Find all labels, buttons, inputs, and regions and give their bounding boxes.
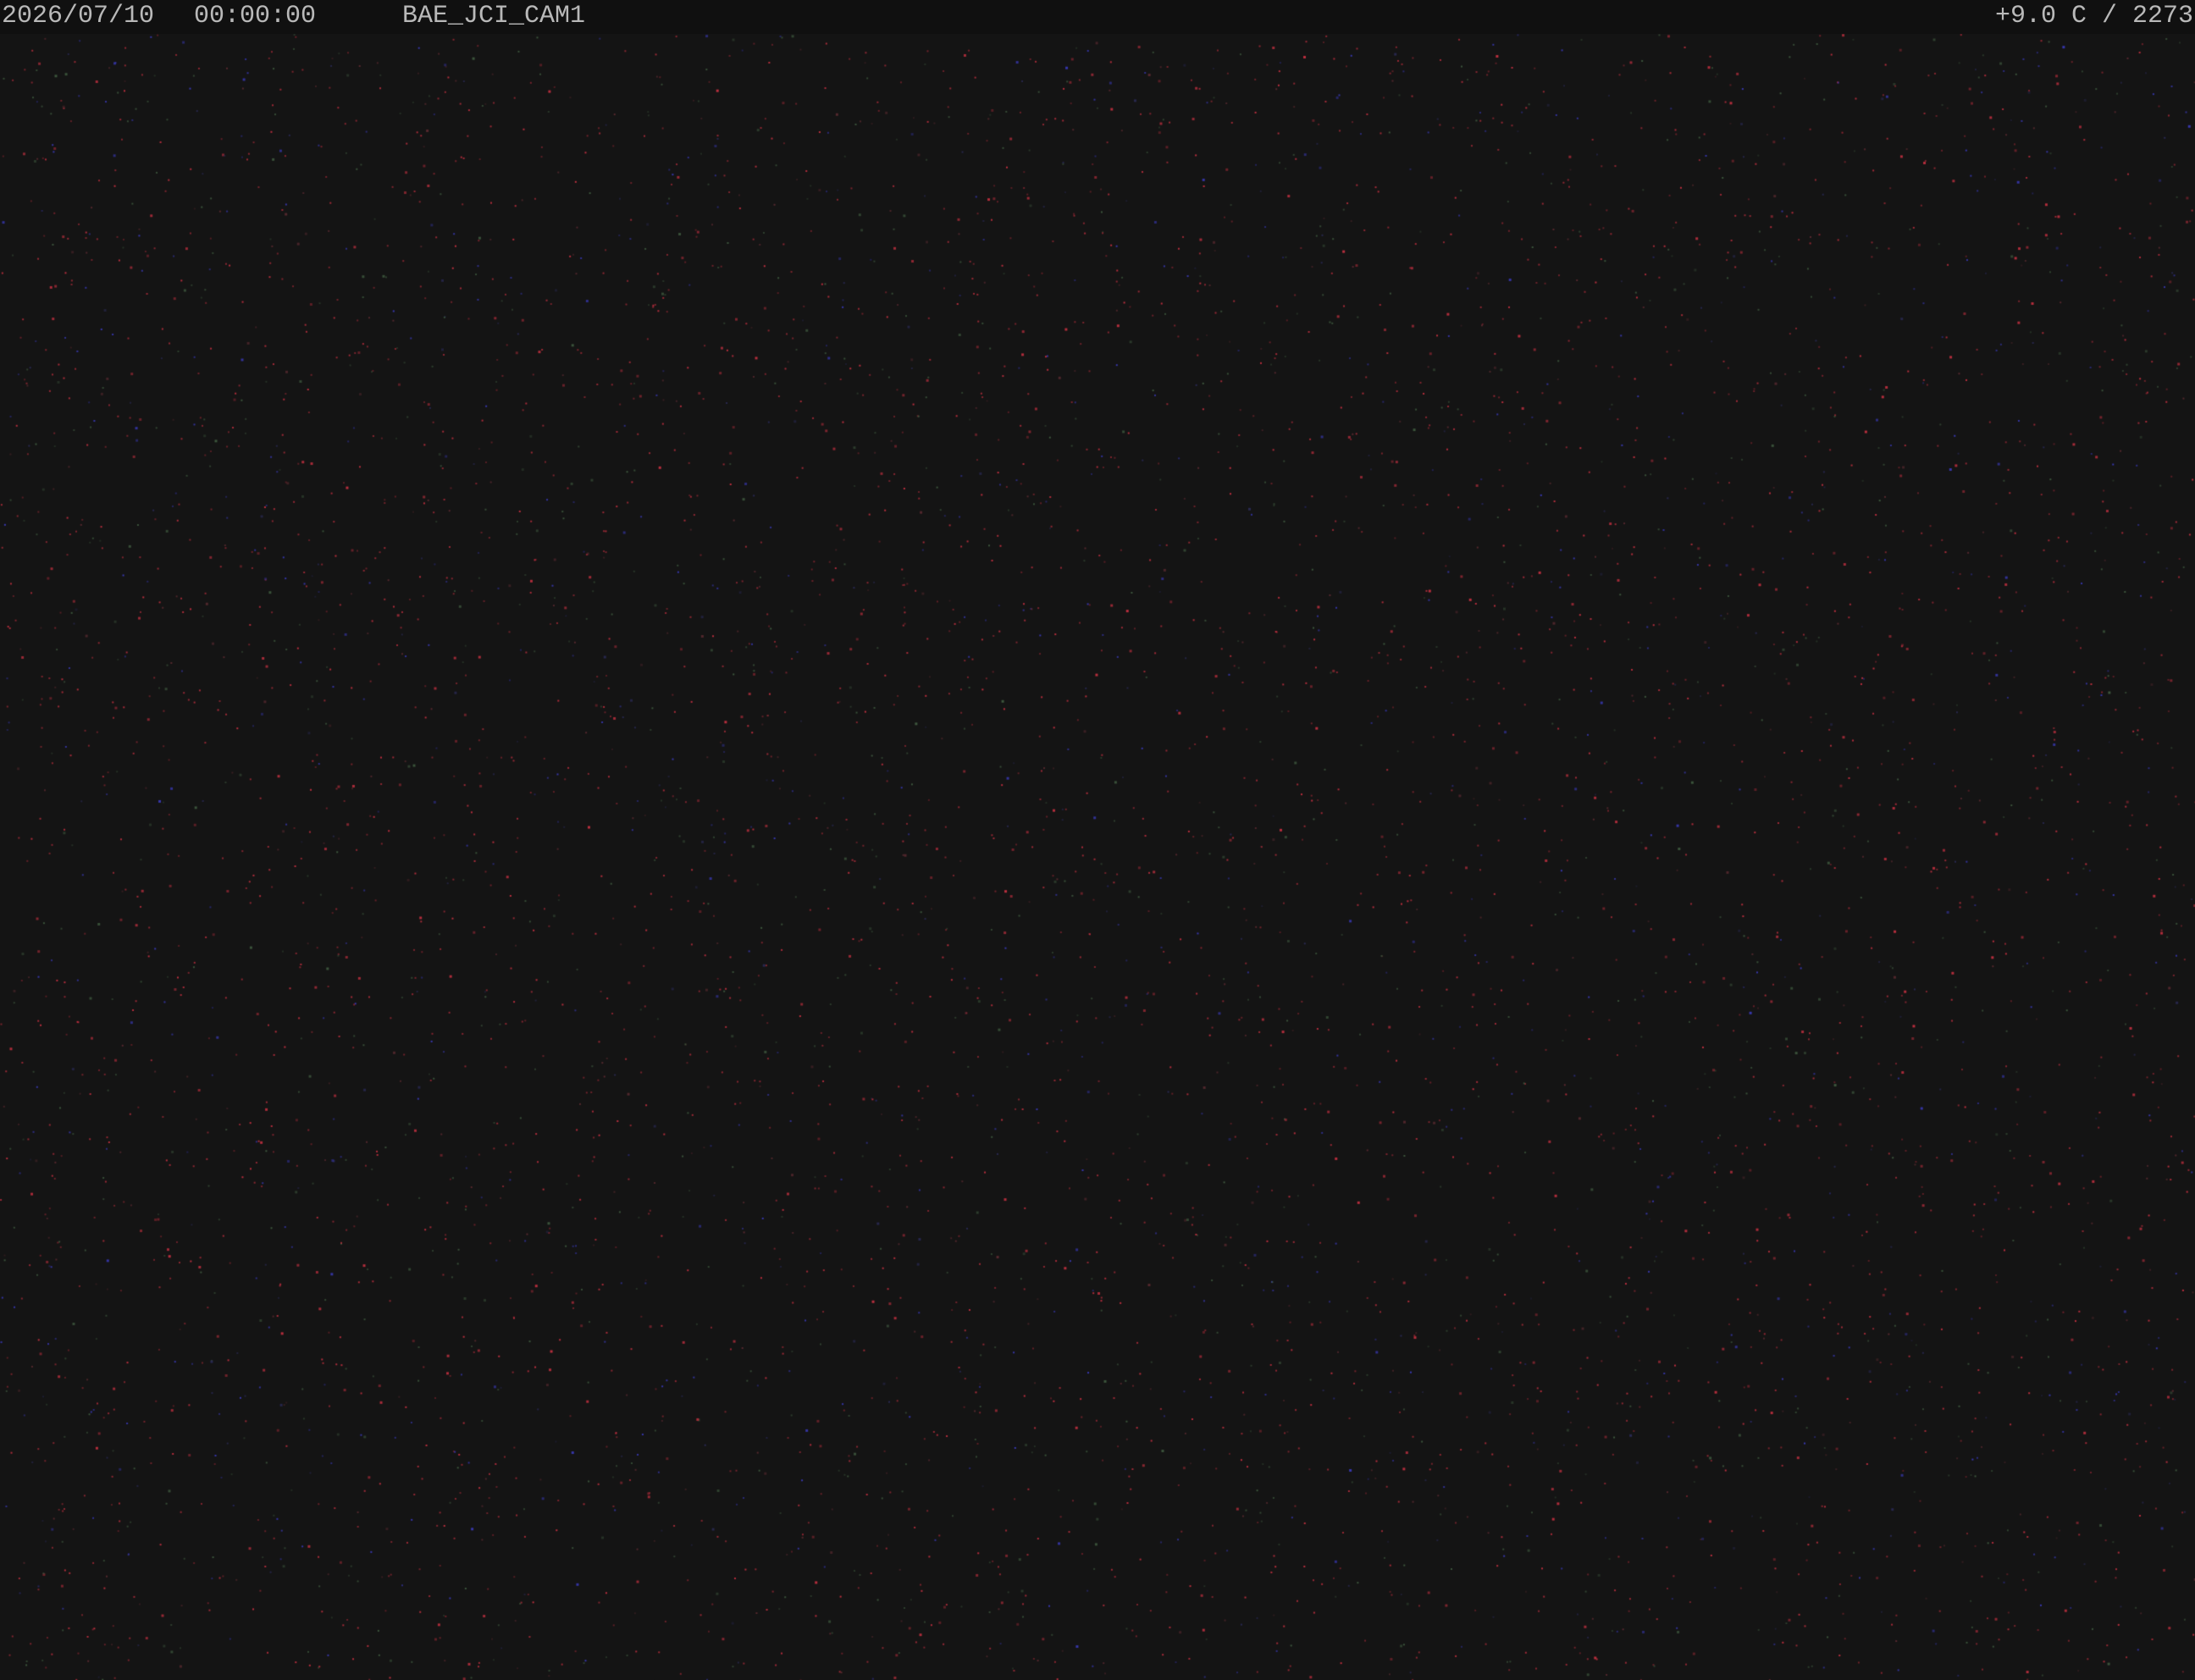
osd-time: 00:00:00 [194, 2, 317, 30]
osd-date: 2026/07/10 [2, 2, 155, 30]
osd-overlay-bar: 2026/07/10 00:00:00 BAE_JCI_CAM1 +9.0 C … [0, 0, 2195, 34]
osd-camera-name: BAE_JCI_CAM1 [402, 2, 586, 30]
osd-sensor-readout: +9.0 C / 2273 [1994, 2, 2193, 30]
sensor-noise-image [0, 0, 2195, 1680]
camera-feed-view: 2026/07/10 00:00:00 BAE_JCI_CAM1 +9.0 C … [0, 0, 2195, 1680]
